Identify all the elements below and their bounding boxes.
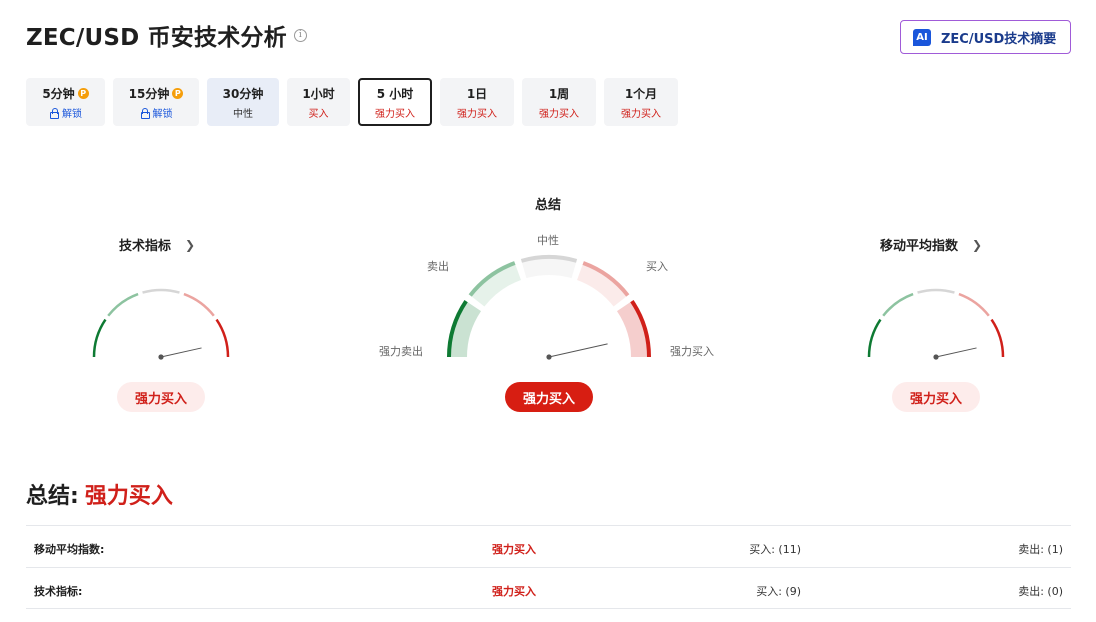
gauge-label-buy: 买入 [646, 260, 668, 273]
moving-averages-gauge-segment-neutral [917, 288, 955, 294]
table-row: 技术指标: 强力买入 买入: (9) 卖出: (0) [26, 567, 1071, 609]
row-name: 技术指标: [34, 585, 83, 598]
summary-heading: 总结: 强力买入 [26, 478, 173, 510]
moving-averages-gauge-needle [935, 347, 977, 358]
table-row: 移动平均指数: 强力买入 买入: (11) 卖出: (1) [26, 525, 1071, 567]
moving-averages-result-badge: 强力买入 [892, 382, 980, 412]
row-name: 移动平均指数: [34, 543, 105, 556]
row-sell-count: 卖出: (0) [1018, 585, 1063, 598]
summary-table: 移动平均指数: 强力买入 买入: (11) 卖出: (1) 技术指标: 强力买入… [26, 525, 1071, 609]
row-result: 强力买入 [492, 585, 536, 598]
summary-label: 总结: [26, 484, 79, 509]
moving-averages-gauge-needle-hub [933, 354, 939, 360]
gauge-label-sell: 卖出 [427, 260, 449, 273]
technical-gauge-needle-hub [158, 354, 164, 360]
summary-gauge-needle [548, 343, 608, 358]
moving-averages-gauge-segment-sell [882, 292, 914, 317]
moving-averages-gauge-segment-strong-sell [867, 318, 882, 358]
summary-value: 强力买入 [84, 484, 173, 509]
technical-gauge-segment-sell [107, 292, 139, 317]
technical-gauge-needle [160, 347, 202, 358]
row-buy-count: 买入: (9) [756, 585, 801, 598]
summary-gauge-zone-sell [470, 263, 522, 307]
technical-gauge-segment-buy [183, 292, 215, 317]
summary-gauge-zone-buy [576, 263, 628, 307]
row-result: 强力买入 [492, 543, 536, 556]
gauge-label-strong-sell: 强力卖出 [379, 345, 423, 358]
gauge-label-neutral: 中性 [537, 234, 559, 247]
technical-result-badge: 强力买入 [117, 382, 205, 412]
row-buy-count: 买入: (11) [749, 543, 801, 556]
summary-result-badge: 强力买入 [505, 382, 593, 412]
technical-gauge-segment-neutral [142, 288, 180, 294]
moving-averages-gauge-segment-strong-buy [990, 318, 1005, 358]
technical-gauge-segment-strong-sell [92, 318, 107, 358]
row-sell-count: 卖出: (1) [1018, 543, 1063, 556]
technical-gauge-segment-strong-buy [215, 318, 230, 358]
gauge-label-strong-buy: 强力买入 [670, 345, 714, 358]
summary-gauge-zone-neutral [521, 257, 577, 279]
summary-gauge-needle-hub [546, 354, 552, 360]
moving-averages-gauge-segment-buy [958, 292, 990, 317]
